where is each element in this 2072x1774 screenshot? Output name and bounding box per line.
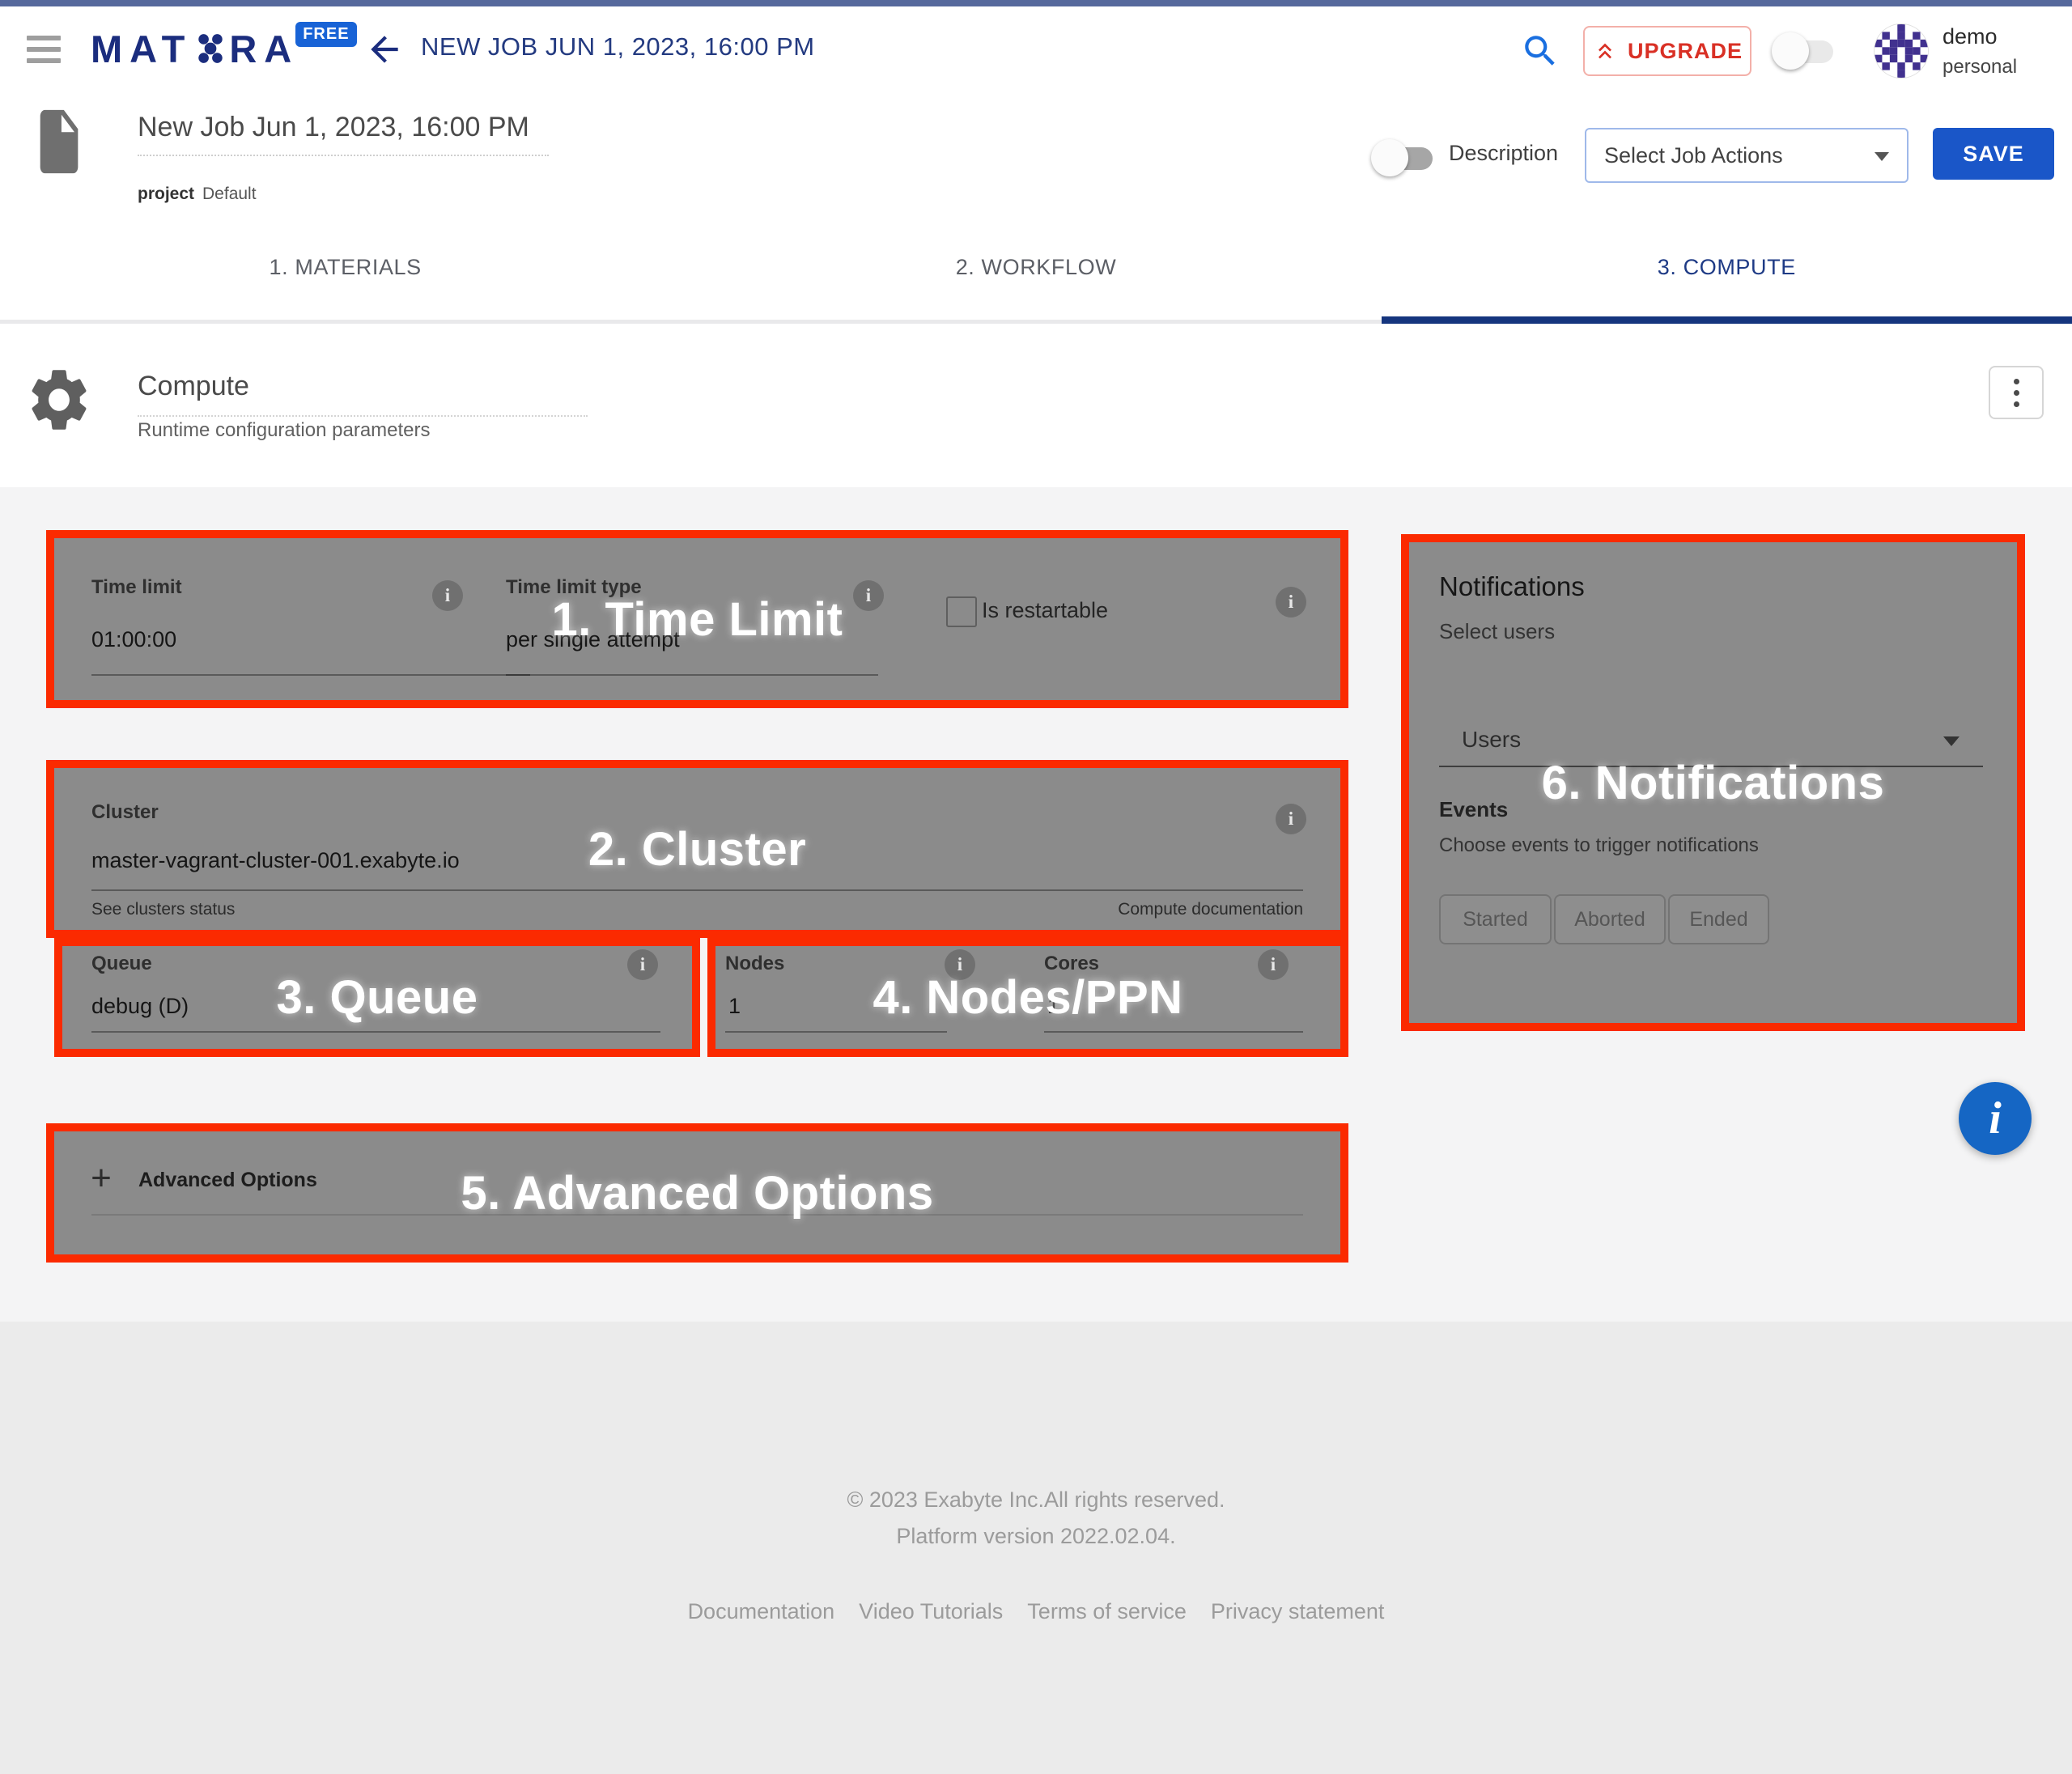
footer-links: Documentation Video Tutorials Terms of s… (0, 1599, 2072, 1624)
job-actions-select[interactable]: Select Job Actions (1585, 128, 1909, 183)
see-clusters-status-link[interactable]: See clusters status (91, 900, 235, 919)
events-hint: Choose events to trigger notifications (1439, 834, 1759, 857)
users-select[interactable]: Users (1462, 727, 1521, 753)
top-accent-bar (0, 0, 2072, 6)
project-label: project (138, 185, 194, 203)
queue-info-icon[interactable] (627, 949, 658, 980)
help-info-fab[interactable] (1959, 1082, 2032, 1155)
footer: © 2023 Exabyte Inc.All rights reserved. … (0, 1322, 2072, 1774)
description-toggle[interactable] (1374, 147, 1433, 170)
cluster-label: Cluster (91, 801, 159, 824)
header-toggle[interactable] (1775, 40, 1833, 63)
annotation-label: 4. Nodes/PPN (715, 946, 1340, 1049)
project-line: project Default (138, 185, 257, 204)
nodes-info-icon[interactable] (945, 949, 975, 980)
logo-text-suffix: RA (229, 27, 299, 71)
document-icon (31, 104, 87, 180)
annotation-label: 6. Notifications (1409, 542, 2017, 1023)
cluster-value[interactable]: master-vagrant-cluster-001.exabyte.io (91, 848, 460, 873)
platform-version-text: Platform version 2022.02.04. (0, 1524, 2072, 1549)
events-label: Events (1439, 797, 1508, 822)
nodes-value[interactable]: 1 (728, 994, 741, 1019)
free-badge: FREE (295, 22, 356, 47)
save-button[interactable]: SAVE (1933, 128, 2054, 180)
plus-icon[interactable] (85, 1162, 117, 1195)
time-limit-type-info-icon[interactable] (853, 580, 884, 611)
cores-value[interactable]: 1 (1047, 994, 1059, 1019)
event-button-started[interactable]: Started (1439, 894, 1552, 944)
notifications-title: Notifications (1439, 571, 1585, 602)
avatar-identicon (1875, 24, 1928, 78)
project-value: Default (202, 185, 257, 203)
annotation-box-nodes-ppn: Nodes 1 Cores 1 4. Nodes/PPN (707, 938, 1348, 1057)
time-limit-label: Time limit (91, 576, 182, 599)
avatar[interactable] (1875, 24, 1928, 78)
description-label: Description (1449, 141, 1558, 166)
upgrade-button[interactable]: UPGRADE (1583, 26, 1751, 76)
upgrade-label: UPGRADE (1628, 39, 1743, 64)
tab-materials[interactable]: 1. MATERIALS (0, 211, 690, 324)
is-restartable-checkbox[interactable] (946, 596, 977, 627)
menu-icon[interactable] (27, 36, 61, 65)
job-actions-value: Select Job Actions (1604, 143, 1783, 168)
back-icon[interactable] (364, 29, 405, 70)
annotation-box-time-limit: Time limit 01:00:00 Time limit type per … (46, 530, 1348, 708)
annotation-box-queue: Queue debug (D) 3. Queue (54, 938, 700, 1057)
footer-link-privacy[interactable]: Privacy statement (1211, 1599, 1385, 1624)
tab-bar: 1. MATERIALS 2. WORKFLOW 3. COMPUTE (0, 211, 2072, 324)
page: MAT RA FREE NEW JOB JUN 1, 2023, 16:00 P… (0, 0, 2072, 1774)
cluster-info-icon[interactable] (1276, 804, 1306, 834)
tab-workflow[interactable]: 2. WORKFLOW (690, 211, 1381, 324)
annotation-box-notifications: Notifications Select users Users Events … (1401, 534, 2025, 1031)
footer-link-documentation[interactable]: Documentation (688, 1599, 835, 1624)
annotation-box-advanced-options: Advanced Options 5. Advanced Options (46, 1123, 1348, 1263)
search-icon[interactable] (1520, 31, 1560, 71)
time-limit-type-value[interactable]: per single attempt (506, 627, 680, 652)
annotation-box-cluster: Cluster master-vagrant-cluster-001.exaby… (46, 760, 1348, 938)
footer-link-terms[interactable]: Terms of service (1027, 1599, 1187, 1624)
job-title: New Job Jun 1, 2023, 16:00 PM (138, 112, 549, 156)
tab-active-indicator (1382, 316, 2072, 324)
header-job-title: NEW JOB JUN 1, 2023, 16:00 PM (421, 32, 815, 62)
event-button-aborted[interactable]: Aborted (1554, 894, 1666, 944)
tab-compute[interactable]: 3. COMPUTE (1382, 211, 2072, 324)
annotation-label: 1. Time Limit (54, 538, 1340, 700)
cores-info-icon[interactable] (1258, 949, 1289, 980)
gear-icon (24, 363, 94, 437)
advanced-options-label[interactable]: Advanced Options (138, 1169, 317, 1192)
job-header-row: New Job Jun 1, 2023, 16:00 PM project Def… (0, 89, 2072, 212)
nodes-label: Nodes (725, 953, 784, 975)
event-button-ended[interactable]: Ended (1668, 894, 1769, 944)
is-restartable-label: Is restartable (982, 598, 1108, 623)
logo-text-prefix: MAT (91, 27, 192, 71)
logo-3-icon (193, 32, 227, 66)
is-restartable-info-icon[interactable] (1276, 587, 1306, 618)
compute-title: Compute (138, 371, 588, 417)
annotation-label: 5. Advanced Options (54, 1131, 1340, 1254)
queue-value[interactable]: debug (D) (91, 994, 189, 1019)
chevron-down-icon[interactable] (1943, 736, 1959, 746)
chevron-down-icon (1875, 152, 1889, 161)
user-name: demo (1942, 26, 2017, 48)
logo[interactable]: MAT RA FREE (91, 24, 360, 73)
compute-documentation-link[interactable]: Compute documentation (1118, 900, 1303, 919)
time-limit-value[interactable]: 01:00:00 (91, 627, 176, 652)
time-limit-info-icon[interactable] (432, 580, 463, 611)
queue-label: Queue (91, 953, 152, 975)
user-account: personal (1942, 57, 2017, 77)
cores-label: Cores (1044, 953, 1099, 975)
copyright-text: © 2023 Exabyte Inc.All rights reserved. (0, 1488, 2072, 1513)
kebab-menu-button[interactable] (1989, 366, 2044, 419)
app-header: MAT RA FREE NEW JOB JUN 1, 2023, 16:00 P… (0, 6, 2072, 90)
time-limit-type-label: Time limit type (506, 576, 642, 599)
compute-section-header: Compute Runtime configuration parameters (0, 324, 2072, 487)
double-chevron-up-icon (1592, 38, 1618, 64)
compute-subtitle: Runtime configuration parameters (138, 419, 431, 442)
footer-link-video-tutorials[interactable]: Video Tutorials (859, 1599, 1003, 1624)
user-meta[interactable]: demo personal (1942, 26, 2017, 77)
notifications-subtitle: Select users (1439, 619, 1555, 644)
